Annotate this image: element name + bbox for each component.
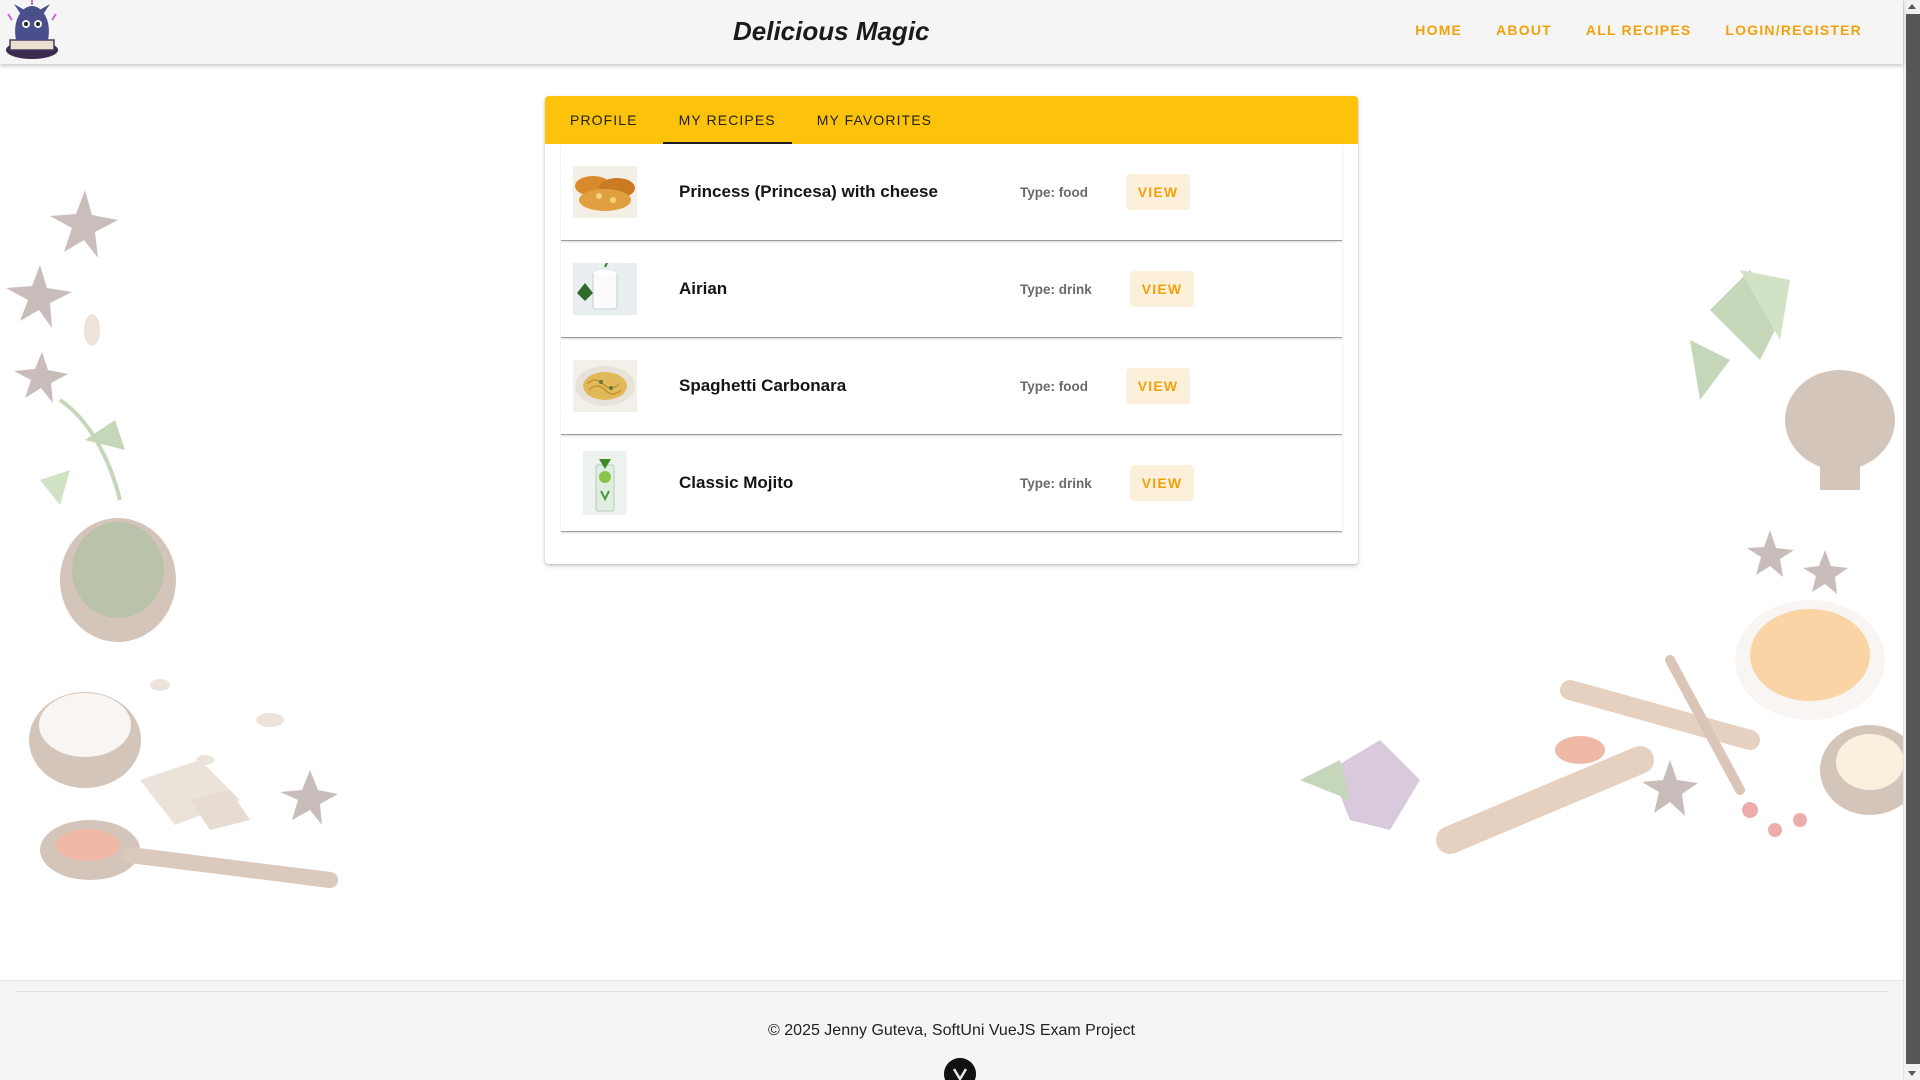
recipe-type: Type: food [1020,379,1088,394]
view-recipe-button[interactable]: VIEW [1126,174,1190,210]
pasta-photo-icon [573,360,637,412]
nav-all-recipes[interactable]: ALL RECIPES [1569,22,1709,38]
recipe-row: Spaghetti Carbonara Type: food VIEW [561,338,1342,435]
main-nav: HOME ABOUT ALL RECIPES LOGIN/REGISTER [1398,22,1879,38]
brand-title: Delicious Magic [733,16,930,46]
recipe-name: Princess (Princesa) with cheese [679,182,938,201]
nav-login-register[interactable]: LOGIN/REGISTER [1708,22,1879,38]
recipe-type: Type: drink [1020,282,1092,297]
scroll-down-icon[interactable] [1908,1071,1916,1076]
profile-card: PROFILE MY RECIPES MY FAVORITES Princess… [545,96,1358,564]
spice-decoration-left [6,190,338,888]
spice-decoration-right [1300,270,1910,854]
recipe-list: Princess (Princesa) with cheese Type: fo… [545,144,1358,532]
recipe-row: Airian Type: drink VIEW [561,241,1342,338]
page: Delicious Magic HOME ABOUT ALL RECIPES L… [0,0,1920,1080]
top-app-bar: Delicious Magic HOME ABOUT ALL RECIPES L… [0,0,1903,64]
profile-tabs: PROFILE MY RECIPES MY FAVORITES [545,96,1358,144]
copyright-text: © 2025 Jenny Guteva, SoftUni VueJS Exam … [768,1022,1135,1039]
vertical-scrollbar[interactable] [1903,0,1920,1080]
scroll-up-icon[interactable] [1908,4,1916,9]
tab-profile[interactable]: PROFILE [554,96,654,144]
vue-devtools-icon[interactable] [944,1058,976,1080]
tab-my-recipes[interactable]: MY RECIPES [662,96,792,144]
yogurt-drink-photo-icon [573,263,637,315]
view-recipe-button[interactable]: VIEW [1126,368,1190,404]
footer: © 2025 Jenny Guteva, SoftUni VueJS Exam … [0,980,1903,1080]
view-recipe-button[interactable]: VIEW [1130,271,1194,307]
footer-divider [16,991,1887,992]
pastry-photo-icon [573,166,637,218]
recipe-type: Type: drink [1020,476,1092,491]
mojito-photo-icon [583,451,627,515]
scrollbar-thumb[interactable] [1906,14,1920,1064]
recipe-name: Classic Mojito [679,473,794,492]
nav-home[interactable]: HOME [1398,22,1479,38]
recipe-name: Airian [679,279,728,298]
view-recipe-button[interactable]: VIEW [1130,465,1194,501]
recipe-name: Spaghetti Carbonara [679,376,847,395]
nav-about[interactable]: ABOUT [1479,22,1569,38]
recipe-type: Type: food [1020,185,1088,200]
logo-icon[interactable] [2,0,62,62]
tab-my-favorites[interactable]: MY FAVORITES [801,96,948,144]
recipe-row: Princess (Princesa) with cheese Type: fo… [561,144,1342,241]
recipe-row: Classic Mojito Type: drink VIEW [561,435,1342,532]
